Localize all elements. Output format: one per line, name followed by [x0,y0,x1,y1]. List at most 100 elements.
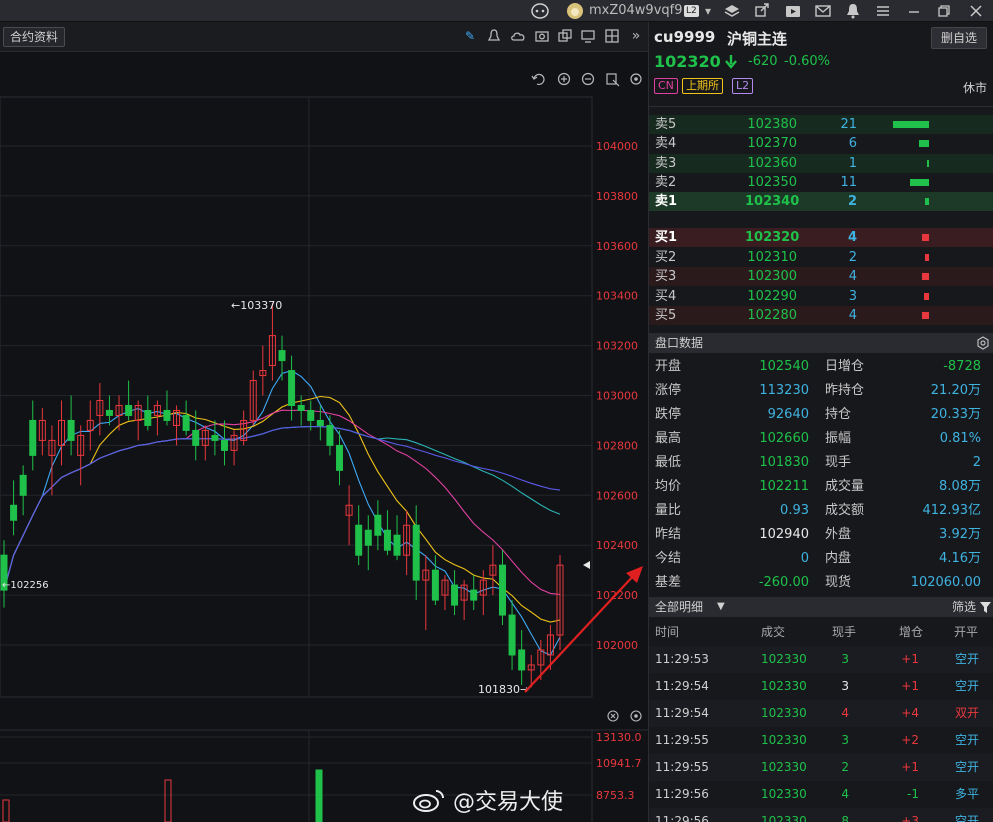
layout-icon[interactable] [604,28,620,44]
close-icon[interactable] [970,2,982,20]
candle-body[interactable] [316,419,324,426]
video-icon[interactable] [785,2,801,20]
trade-row[interactable]: 11:29:53 102330 3 +1 空开 [649,646,993,673]
mail-icon[interactable] [815,2,831,20]
candle-body[interactable] [220,439,228,451]
kline-chart[interactable]: 104000 103800 103600 103400 103200 103000 1028… [0,52,648,822]
candle-body[interactable] [144,409,152,426]
stat-label: 跌停 [655,407,682,422]
contract-info-button[interactable]: 合约资料 [3,27,66,47]
candle-body[interactable] [412,524,420,581]
candle-body[interactable] [336,444,344,471]
trade-row[interactable]: 11:29:55 102330 2 +1 空开 [649,754,993,781]
candle-body[interactable] [374,514,382,536]
candle-body[interactable] [307,409,315,421]
candle-body[interactable] [125,404,133,416]
candle-body[interactable] [278,350,286,362]
ask-row[interactable]: 卖4 102370 6 [649,134,993,154]
candle-body[interactable] [508,614,516,656]
candle-body[interactable] [19,474,27,496]
trade-row[interactable]: 11:29:56 102330 8 +3 空开 [649,808,993,822]
candle-body[interactable] [355,524,363,556]
ask-row[interactable]: 卖5 102380 21 [649,115,993,134]
trade-volume: 2 [841,760,849,774]
copy-icon[interactable] [557,28,573,44]
volume-bar [922,312,929,320]
bid-row[interactable]: 买1 102320 4 [649,228,993,247]
price-axis-label: 102400 [596,539,638,552]
filter-icon[interactable] [980,602,991,613]
candle-body[interactable] [393,534,401,556]
username[interactable]: mxZ04w9vqf9 [589,2,683,20]
ask-row[interactable]: 卖2 102350 11 [649,172,993,192]
pencil-icon[interactable]: ✎ [462,28,478,44]
bid-row[interactable]: 买5 102280 4 [649,306,993,326]
trade-price: 102330 [761,706,807,720]
candle-body[interactable] [431,569,439,601]
trade-row[interactable]: 11:29:54 102330 4 +4 双开 [649,700,993,727]
robot-icon[interactable] [530,2,550,20]
candle-body[interactable] [105,409,113,416]
candle-body[interactable] [67,419,75,441]
cloud-icon[interactable] [510,28,526,44]
symbol-code[interactable]: cu9999 [654,28,715,46]
trade-row[interactable]: 11:29:54 102330 3 +1 空开 [649,673,993,700]
candle-body[interactable] [10,504,18,521]
bid-row[interactable]: 买4 102290 3 [649,286,993,306]
screen-icon[interactable] [580,28,596,44]
volume-bar [893,121,929,128]
bid-row[interactable]: 买2 102310 2 [649,247,993,267]
current-price-pointer-icon [583,561,590,569]
ask-row[interactable]: 卖1 102340 2 [649,192,993,212]
candle-body[interactable] [383,529,391,551]
trade-row[interactable]: 11:29:55 102330 3 +2 空开 [649,727,993,754]
candle-body[interactable] [364,529,372,546]
candle-body[interactable] [211,434,219,441]
candle-body[interactable] [163,409,171,421]
layers-icon[interactable] [724,2,740,20]
trade-open-interest: +1 [901,679,919,693]
expand-right-icon[interactable]: » [628,28,644,44]
alert-bell-icon[interactable] [486,28,502,44]
remove-watchlist-button[interactable]: 删自选 [931,27,987,49]
trade-row[interactable]: 11:29:56 102330 4 -1 多平 [649,781,993,808]
zoom-in-icon[interactable] [557,72,571,86]
ask-row[interactable]: 卖3 102360 1 [649,153,993,173]
minimize-icon[interactable] [908,2,920,20]
bell-icon[interactable] [846,2,860,20]
candle-body[interactable] [29,419,37,456]
camera-icon[interactable] [534,28,550,44]
level-label: 卖1 [655,194,678,210]
volume-close-icon[interactable] [607,710,619,722]
fit-icon[interactable] [606,73,620,87]
stats-settings-icon[interactable] [976,336,990,350]
candle-body[interactable] [192,429,200,446]
undo-icon[interactable] [531,73,545,85]
bid-row[interactable]: 买3 102300 4 [649,267,993,287]
trade-volume: 3 [841,679,849,693]
chevron-down-icon[interactable]: ▼ [717,597,725,617]
chevron-down-icon[interactable]: ▾ [705,2,711,20]
menu-icon[interactable] [876,2,890,20]
candle-body[interactable] [326,424,334,446]
candle-body[interactable] [518,649,526,671]
candle-body[interactable] [498,564,506,616]
level-label: 买2 [655,249,677,265]
trades-column-header: 增仓 [899,625,924,639]
zoom-out-icon[interactable] [581,72,595,86]
avatar[interactable] [566,2,584,20]
trade-type: 空开 [955,760,980,774]
restore-icon[interactable] [938,2,950,20]
candle-body[interactable] [288,370,296,406]
candle-body[interactable] [451,584,459,606]
candle-body[interactable] [470,589,478,601]
volume-bar [922,234,929,241]
trades-header-label[interactable]: 全部明细 [655,600,703,614]
external-link-icon[interactable] [755,2,769,20]
filter-label[interactable]: 筛选 [952,597,976,617]
candle-body[interactable] [182,414,190,431]
trade-open-interest: +3 [901,814,919,822]
chart-settings-icon[interactable] [630,73,642,85]
candle-body[interactable] [297,404,305,411]
volume-settings-icon[interactable] [630,710,642,722]
